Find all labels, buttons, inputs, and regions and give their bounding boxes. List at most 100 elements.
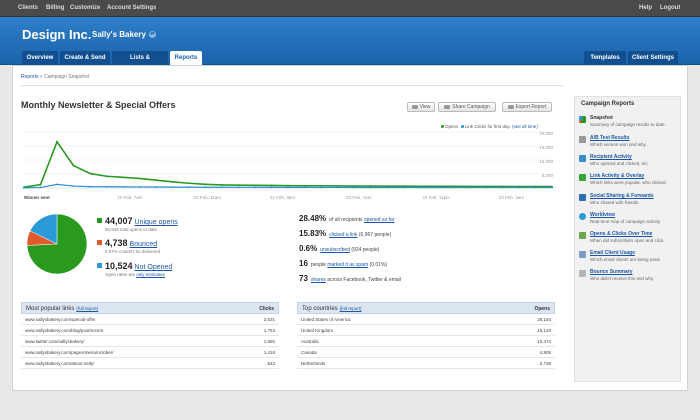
unique-opens-link[interactable]: Unique opens: [135, 219, 178, 226]
sidebar-item-desc: Summary of campaign results to date.: [590, 122, 666, 127]
clicks-point: [386, 186, 388, 189]
nav-account-settings[interactable]: Account Settings: [107, 5, 156, 11]
table-row[interactable]: Netherlands 2,738: [297, 358, 555, 369]
brand-name[interactable]: Design Inc.: [22, 27, 91, 42]
clicks-point: [221, 186, 223, 189]
column-header: Opens: [534, 306, 550, 312]
tab-client-settings[interactable]: Client Settings: [628, 51, 678, 65]
sidebar-item-link-activity[interactable]: Link Activity & Overlay Which links were …: [579, 173, 679, 190]
row-label: Australia: [301, 339, 319, 344]
opens-line: [23, 140, 552, 188]
client-switch-icon[interactable]: ⇄: [148, 31, 156, 39]
client-name[interactable]: Sally's Bakery ⇄: [92, 30, 156, 39]
row-label: Netherlands: [301, 361, 326, 366]
tab-overview[interactable]: Overview: [22, 51, 58, 65]
nav-customize[interactable]: Customize: [70, 5, 100, 11]
opens-point: [237, 184, 240, 187]
stat-text: (6,967 people): [357, 232, 392, 238]
tab-lists-subscribers[interactable]: Lists & Subscribers: [112, 51, 168, 75]
nav-clients[interactable]: Clients: [18, 5, 38, 11]
sidebar-item-desc: Which email clients are being used.: [590, 257, 661, 262]
tab-create-send[interactable]: Create & Send: [60, 51, 110, 65]
sidebar-item-snapshot[interactable]: Snapshot Summary of campaign results to d…: [579, 115, 679, 132]
breadcrumb: Reports » Campaign Snapshot: [21, 74, 89, 80]
clicks-point: [23, 186, 25, 189]
bounce-icon: [579, 270, 586, 277]
unsubscribed-link[interactable]: unsubscribed: [320, 247, 350, 253]
not-opened-link[interactable]: Not Opened: [135, 264, 173, 271]
see-all-time-link[interactable]: (see all time): [512, 124, 538, 129]
x-tick-label: 22 Feb, 7pm: [346, 195, 372, 200]
share-campaign-button[interactable]: Share Campaign: [438, 102, 496, 112]
table-row[interactable]: www.twitter.com/sallysbakery/1,550: [21, 336, 279, 347]
globe-icon: [579, 213, 586, 220]
clicks-point: [270, 186, 273, 189]
clicks-point: [369, 186, 372, 189]
table-row[interactable]: www.sallysbakery.com/special-offer 3,531: [21, 314, 279, 325]
opens-chart: 20,000 15,000 10,000 5,000 Winner sent 22 Feb…: [21, 131, 555, 200]
clicks-point: [402, 186, 405, 189]
sidebar-item-email-client-usage[interactable]: Email Client Usage Which email clients ar…: [579, 250, 679, 267]
people-icon: [579, 155, 586, 162]
nav-billing[interactable]: Billing: [46, 5, 64, 11]
sidebar-item-desc: Real-time map of campaign activity.: [590, 219, 661, 224]
table-title: Most popular links: [26, 306, 75, 312]
y-tick-label: 15,000: [539, 145, 553, 150]
sidebar-item-ab-test[interactable]: A/B Test Results Which version won and wh…: [579, 135, 679, 152]
export-report-button[interactable]: Export Report: [502, 102, 552, 112]
table-row[interactable]: Canada 4,805: [297, 347, 555, 358]
row-label: www.sallysbakery.com/about-sally/: [25, 361, 95, 366]
clicks-point: [353, 186, 355, 189]
x-tick-label: 22 Feb, 11pm: [422, 195, 450, 200]
eye-icon: [411, 104, 418, 109]
opens-point: [204, 183, 207, 186]
full-report-link[interactable]: (full report): [340, 306, 362, 311]
top-bar: Clients Billing Customize Account Settin…: [0, 0, 700, 17]
breadcrumb-reports[interactable]: Reports: [21, 74, 39, 80]
sidebar-item-label: A/B Test Results: [590, 135, 630, 141]
header-bar: Design Inc. Sally's Bakery ⇄ Overview Cre…: [0, 17, 700, 75]
estimates-link[interactable]: only estimates: [136, 272, 165, 277]
table-row[interactable]: Australia 10,474: [297, 336, 555, 347]
sidebar-item-label: Snapshot: [590, 115, 613, 121]
clicks-point: [468, 186, 471, 189]
tab-templates[interactable]: Templates: [584, 51, 626, 65]
x-tick-label: 22 Feb, 11am: [194, 195, 222, 200]
campaign-reports-sidebar: Campaign Reports Snapshot Summary of camp…: [574, 96, 681, 382]
x-tick-label: 22 Feb, 7am: [117, 195, 143, 200]
stat-opened: 28.48% of all recipients opened so far: [299, 214, 394, 223]
shares-link[interactable]: shares: [311, 277, 326, 283]
table-title: Top countries: [302, 306, 338, 312]
sidebar-item-bounce-summary[interactable]: Bounce Summary Who didn't receive this an…: [579, 269, 679, 286]
clicked-link[interactable]: clicked a link: [329, 232, 357, 238]
table-row[interactable]: www.sallysbakery.com/blog/post/recent 1,7…: [21, 325, 279, 336]
clicks-point: [435, 186, 438, 189]
table-row[interactable]: www.sallysbakery.com/pages/menu/october/…: [21, 347, 279, 358]
tab-reports[interactable]: Reports: [170, 51, 202, 65]
clicks-point: [303, 186, 306, 189]
row-value: 1,763: [263, 328, 275, 333]
table-row[interactable]: United Kingdom 15,120: [297, 325, 555, 336]
clicks-point: [105, 185, 108, 188]
table-row[interactable]: United States of America 28,154: [297, 314, 555, 325]
sidebar-item-recipient-activity[interactable]: Recipient Activity Who opened and clicked…: [579, 154, 679, 171]
page-title: Monthly Newsletter & Special Offers: [21, 100, 176, 110]
spam-link[interactable]: marked it as spam: [327, 262, 368, 268]
sidebar-item-social-sharing[interactable]: Social Sharing & Forwards Who shared with…: [579, 193, 679, 210]
bounced-link[interactable]: Bounced: [130, 241, 158, 248]
nav-logout[interactable]: Logout: [660, 5, 680, 11]
breadcrumb-current: Campaign Snapshot: [44, 74, 90, 80]
full-report-link[interactable]: (full report): [76, 306, 98, 311]
row-value: 10,474: [537, 339, 551, 344]
sidebar-item-worldview[interactable]: Worldview Real-time map of campaign activ…: [579, 212, 679, 229]
row-label: United States of America: [301, 317, 351, 322]
nav-help[interactable]: Help: [639, 5, 652, 11]
sidebar-item-opens-clicks-over-time[interactable]: Opens & Clicks Over Time When did subscri…: [579, 231, 679, 248]
stat-unsubscribed: 0.6% unsubscribed (924 people): [299, 244, 379, 253]
open-rates-text: Open rates are: [105, 272, 137, 277]
opened-so-far-link[interactable]: opened so far: [364, 217, 395, 223]
view-button[interactable]: View: [407, 102, 435, 112]
bounced-swatch: [97, 240, 102, 245]
table-row[interactable]: www.sallysbakery.com/about-sally/643: [21, 358, 279, 369]
clicks-point: [204, 186, 207, 189]
